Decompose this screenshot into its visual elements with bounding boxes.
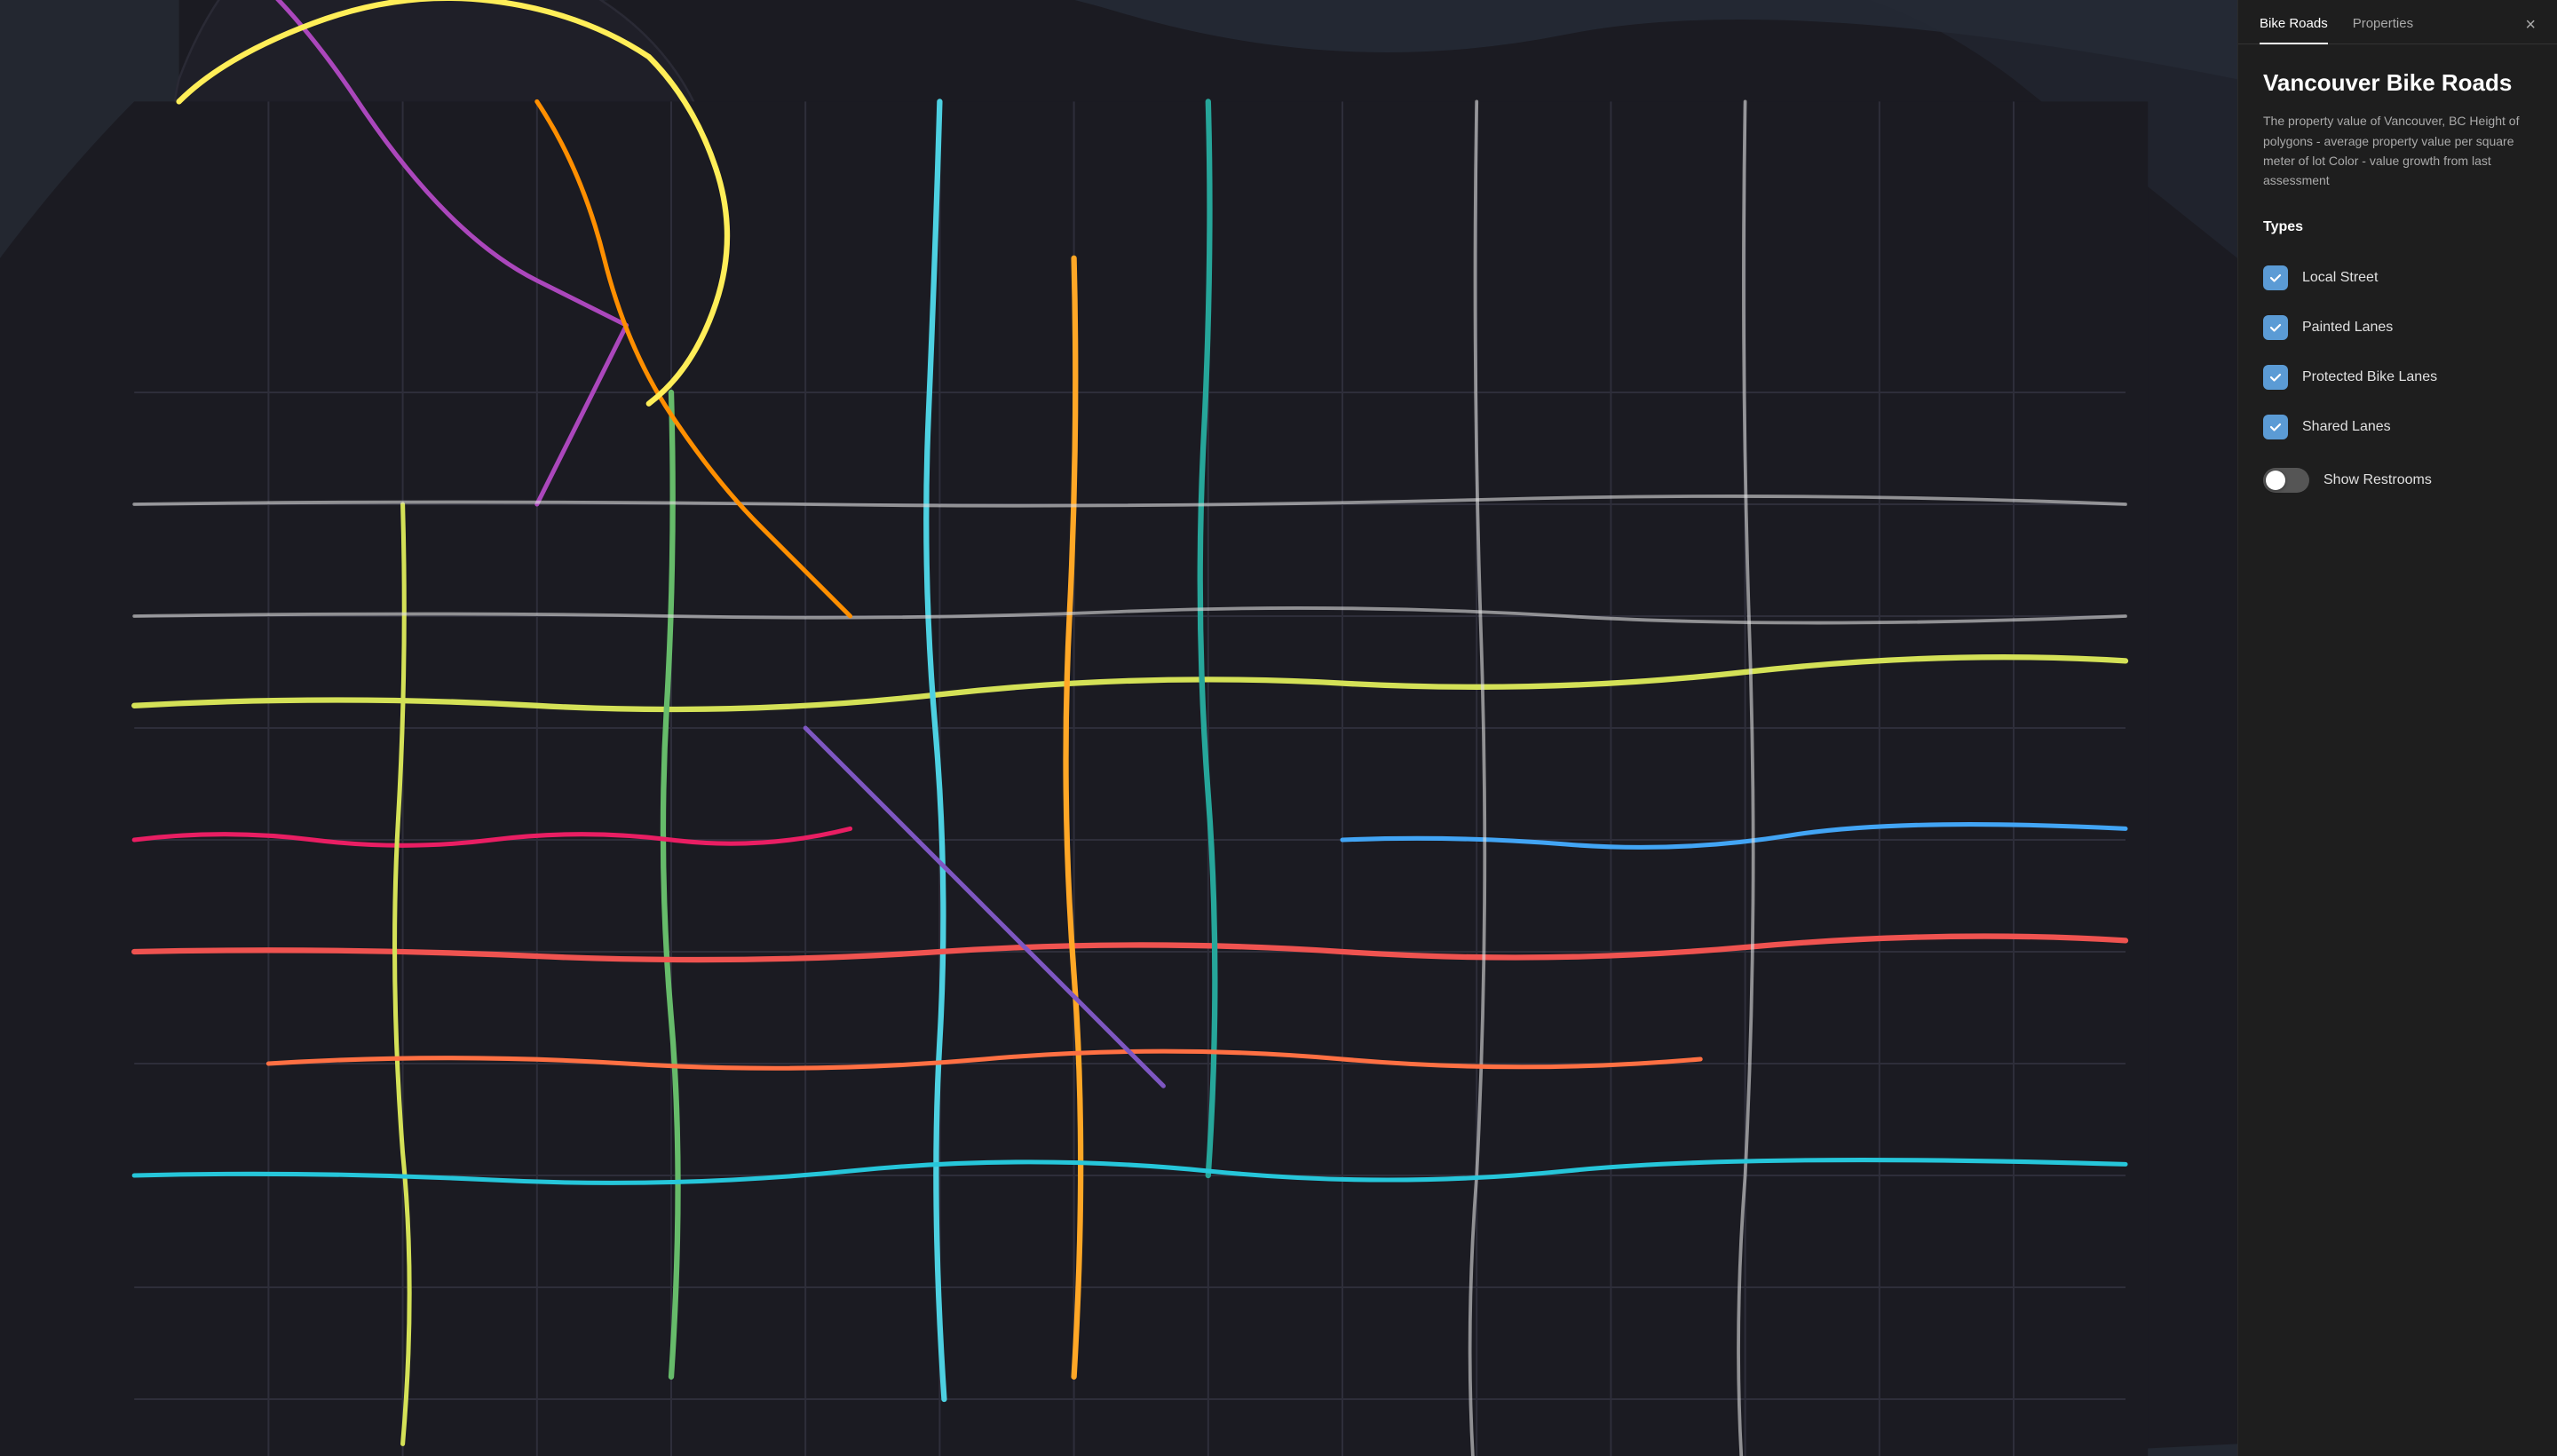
filter-item-local-street: Local Street xyxy=(2263,253,2532,303)
checkbox-painted-lanes[interactable] xyxy=(2263,315,2288,340)
toggle-show-restrooms[interactable] xyxy=(2263,468,2309,493)
sidebar: Bike Roads Properties × Vancouver Bike R… xyxy=(2237,0,2557,1456)
toggle-item-show-restrooms: Show Restrooms xyxy=(2263,452,2532,493)
panel-description: The property value of Vancouver, BC Heig… xyxy=(2263,111,2532,191)
close-button[interactable]: × xyxy=(2521,12,2539,37)
filter-label-protected-bike-lanes: Protected Bike Lanes xyxy=(2302,369,2437,385)
filter-label-painted-lanes: Painted Lanes xyxy=(2302,320,2393,336)
panel-content: Vancouver Bike Roads The property value … xyxy=(2238,44,2557,1456)
map-area[interactable] xyxy=(0,0,2237,1456)
filter-item-protected-bike-lanes: Protected Bike Lanes xyxy=(2263,352,2532,402)
app-container: Bike Roads Properties × Vancouver Bike R… xyxy=(0,0,2557,1456)
tab-properties[interactable]: Properties xyxy=(2353,16,2413,44)
tab-bike-roads[interactable]: Bike Roads xyxy=(2260,16,2328,44)
toggle-label-show-restrooms: Show Restrooms xyxy=(2323,472,2432,488)
panel-title: Vancouver Bike Roads xyxy=(2263,69,2532,97)
types-section-title: Types xyxy=(2263,219,2532,235)
filter-item-shared-lanes: Shared Lanes xyxy=(2263,402,2532,452)
map-canvas xyxy=(0,0,2237,1456)
tabs-row: Bike Roads Properties × xyxy=(2238,0,2557,44)
filter-item-painted-lanes: Painted Lanes xyxy=(2263,303,2532,352)
filter-label-shared-lanes: Shared Lanes xyxy=(2302,419,2391,435)
checkbox-local-street[interactable] xyxy=(2263,265,2288,290)
filter-list: Local Street Painted Lanes xyxy=(2263,253,2532,452)
filter-label-local-street: Local Street xyxy=(2302,270,2378,286)
checkbox-protected-bike-lanes[interactable] xyxy=(2263,365,2288,390)
toggle-knob xyxy=(2266,471,2285,490)
checkbox-shared-lanes[interactable] xyxy=(2263,415,2288,439)
